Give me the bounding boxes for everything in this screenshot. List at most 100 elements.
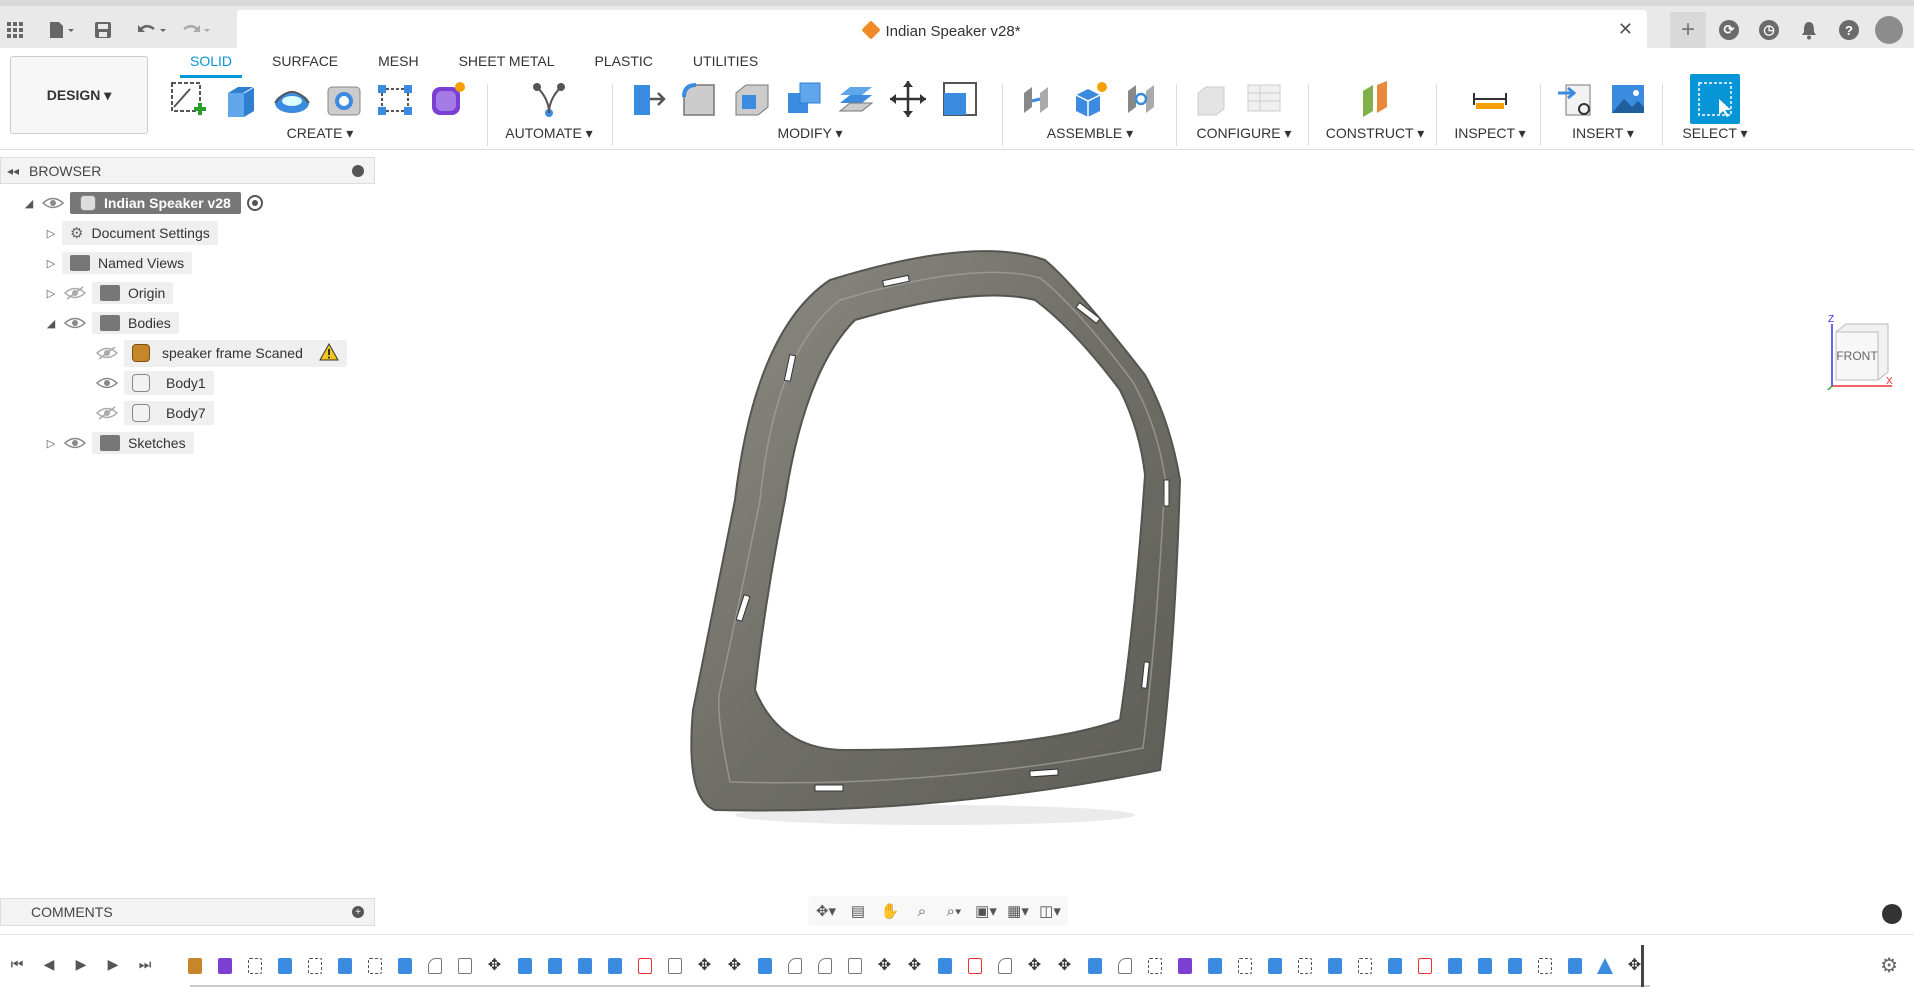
timeline-feature[interactable] [272,953,297,978]
tab-utilities[interactable]: UTILITIES [673,48,778,74]
insert-canvas-icon[interactable] [1606,77,1650,121]
timeline-feature[interactable] [1442,953,1467,978]
timeline-feature[interactable] [572,953,597,978]
eye-icon[interactable] [63,316,87,330]
timeline-feature[interactable] [932,953,957,978]
go-to-end-icon[interactable]: ⏭ [134,953,156,975]
new-component-icon[interactable] [1068,77,1112,121]
joint-icon[interactable] [1016,77,1060,121]
timeline-feature[interactable] [212,953,237,978]
undo-icon[interactable] [132,15,172,45]
timeline-feature[interactable] [1382,953,1407,978]
grid-settings-icon[interactable]: ▦▾ [1006,900,1030,922]
tab-plastic[interactable]: PLASTIC [575,48,673,74]
zoom-icon[interactable]: ⌕ [910,900,934,922]
step-back-icon[interactable]: ◀ [38,953,60,975]
automate-icon[interactable] [527,77,571,121]
timeline-feature[interactable] [632,953,657,978]
browser-item-origin[interactable]: ▷ Origin [44,280,174,306]
browser-item-speaker-frame[interactable]: speaker frame Scaned [90,339,347,367]
timeline-feature[interactable]: ✥ [692,953,717,978]
combine-icon[interactable] [782,77,826,121]
timeline-feature[interactable]: ✥ [1022,953,1047,978]
browser-item-named-views[interactable]: ▷ Named Views [44,250,193,276]
collapse-browser-icon[interactable]: ◂◂ [7,164,19,178]
new-tab-icon[interactable]: + [1670,12,1706,48]
timeline-feature[interactable] [542,953,567,978]
timeline-feature[interactable] [182,953,207,978]
extrude-icon[interactable] [218,77,262,121]
expand-triangle-icon[interactable]: ▷ [44,257,58,270]
hole-icon[interactable] [322,77,366,121]
timeline-feature[interactable] [392,953,417,978]
fit-icon[interactable]: ⌕▾ [942,900,966,922]
warning-icon[interactable] [319,342,339,364]
display-settings-icon[interactable]: ▣▾ [974,900,998,922]
automate-menu[interactable]: AUTOMATE ▾ [494,125,604,142]
orbit-icon[interactable]: ✥▾ [814,900,838,922]
insert-derive-icon[interactable] [1554,77,1598,121]
timeline-feature[interactable] [1322,953,1347,978]
timeline-feature[interactable] [842,953,867,978]
timeline-feature[interactable] [1592,953,1617,978]
timeline-feature[interactable] [1292,953,1317,978]
timeline-feature[interactable] [302,953,327,978]
timeline-feature[interactable] [1532,953,1557,978]
pattern-icon[interactable] [374,77,418,121]
browser-item-body7[interactable]: Body7 [90,400,214,426]
tab-mesh[interactable]: MESH [358,48,438,74]
timeline-feature[interactable] [1082,953,1107,978]
workspace-switcher[interactable]: DESIGN ▾ [10,56,148,134]
display-mode-icon[interactable] [1882,904,1902,924]
eye-hidden-icon[interactable] [95,346,119,360]
collapse-triangle-icon[interactable]: ◢ [22,197,36,210]
timeline-feature[interactable] [1172,953,1197,978]
timeline-feature[interactable] [782,953,807,978]
select-icon[interactable] [1690,74,1740,124]
expand-triangle-icon[interactable]: ▷ [44,287,58,300]
expand-triangle-icon[interactable]: ▷ [44,437,58,450]
viewports-icon[interactable]: ◫▾ [1038,900,1062,922]
timeline-feature[interactable] [1412,953,1437,978]
notifications-icon[interactable] [1792,13,1826,47]
timeline-feature[interactable] [1502,953,1527,978]
play-icon[interactable]: ▶ [70,953,92,975]
press-pull-icon[interactable] [626,77,670,121]
speaker-frame-model[interactable] [375,150,1914,925]
eye-hidden-icon[interactable] [63,286,87,300]
timeline-feature[interactable]: ✥ [1052,953,1077,978]
canvas-viewport[interactable]: FRONT Z X [375,150,1914,925]
as-built-joint-icon[interactable] [1120,77,1164,121]
timeline-feature[interactable] [452,953,477,978]
browser-root[interactable]: ◢ Indian Speaker v28 [22,190,263,216]
move-icon[interactable] [886,77,930,121]
eye-icon[interactable] [63,436,87,450]
scale-icon[interactable] [938,77,982,121]
user-avatar[interactable] [1872,13,1906,47]
timeline-feature[interactable] [992,953,1017,978]
help-icon[interactable]: ? [1832,13,1866,47]
redo-icon[interactable] [176,15,216,45]
revolve-icon[interactable] [270,77,314,121]
timeline-marker[interactable] [1641,945,1644,987]
construct-plane-icon[interactable] [1353,77,1397,121]
file-menu-icon[interactable] [42,15,82,45]
form-icon[interactable] [426,77,470,121]
inspect-menu[interactable]: INSPECT ▾ [1444,125,1536,142]
timeline-feature[interactable] [332,953,357,978]
timeline-feature[interactable]: ✥ [482,953,507,978]
tab-surface[interactable]: SURFACE [252,48,358,74]
add-comment-icon[interactable]: + [352,906,364,918]
timeline-feature[interactable] [1472,953,1497,978]
timeline-feature[interactable] [962,953,987,978]
measure-icon[interactable] [1468,77,1512,121]
view-cube[interactable]: FRONT Z X [1814,310,1894,395]
browser-item-body1[interactable]: Body1 [90,370,214,396]
browser-item-bodies[interactable]: ◢ Bodies [44,310,179,336]
timeline-feature[interactable] [422,953,447,978]
look-at-icon[interactable]: ▤ [846,900,870,922]
timeline-feature[interactable] [602,953,627,978]
activate-radio-icon[interactable] [246,195,263,211]
create-menu[interactable]: CREATE ▾ [160,125,480,142]
select-menu[interactable]: SELECT ▾ [1670,125,1760,142]
